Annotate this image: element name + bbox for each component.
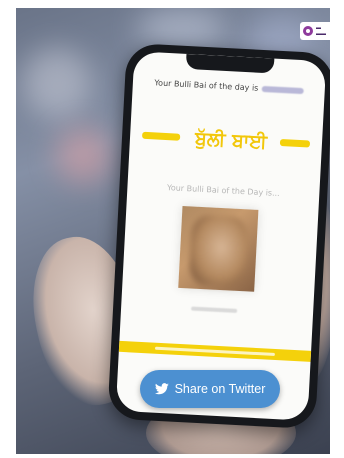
phone-notch: [185, 53, 275, 74]
title-bar-right: [279, 138, 311, 148]
blurred-face: [188, 214, 249, 288]
bokeh-light: [22, 48, 92, 118]
subtitle: Your Bulli Bai of the Day is...: [166, 183, 280, 199]
outlook-logo: ▬ ▬▬: [300, 22, 330, 40]
app-title: ਬੁੱਲੀ ਬਾਈ: [194, 127, 268, 154]
bokeh-light: [136, 8, 226, 48]
share-button-label: Share on Twitter: [174, 382, 266, 396]
blurred-caption: [191, 306, 238, 313]
share-on-twitter-button[interactable]: Share on Twitter: [140, 370, 280, 408]
blurred-strip-text: [154, 346, 275, 356]
blurred-profile-photo: [178, 205, 259, 292]
header-prefix: Your Bulli Bai of the day is: [154, 78, 259, 93]
phone-screen: Your Bulli Bai of the day is ਬੁੱਲੀ ਬਾਈ Y…: [115, 51, 327, 421]
title-band: ਬੁੱਲੀ ਬਾਈ: [130, 123, 323, 157]
bokeh-light: [56, 128, 111, 183]
twitter-bird-icon: [154, 383, 169, 395]
header-line: Your Bulli Bai of the day is: [143, 78, 315, 96]
outlook-logo-icon: [303, 26, 313, 36]
photo-background: Your Bulli Bai of the day is ਬੁੱਲੀ ਬਾਈ Y…: [16, 8, 330, 454]
title-bar-left: [141, 131, 181, 141]
logo-wordmark: ▬ ▬▬: [316, 25, 326, 37]
yellow-strip: [118, 340, 312, 362]
redacted-name: [261, 85, 304, 94]
